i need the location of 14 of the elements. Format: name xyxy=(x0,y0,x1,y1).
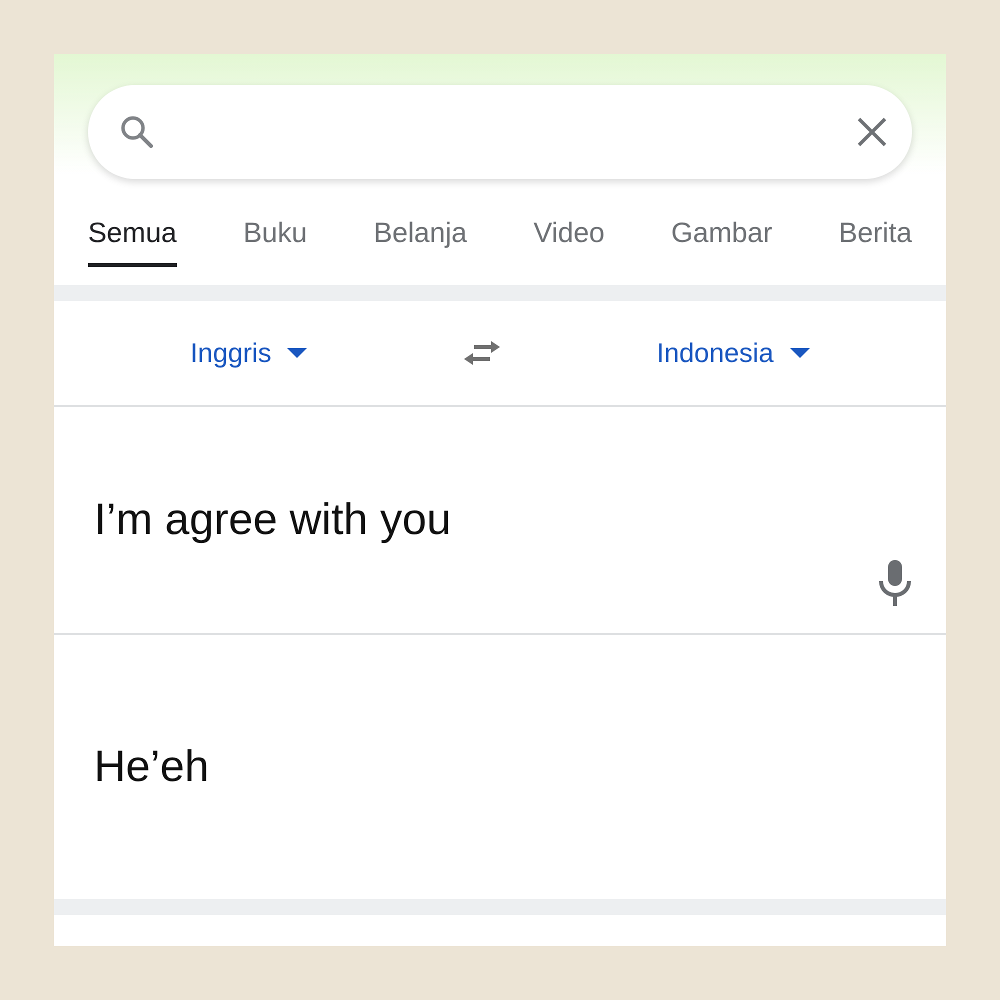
source-text: I’m agree with you xyxy=(94,495,452,545)
caret-icon xyxy=(790,348,810,358)
tab[interactable]: Gambar xyxy=(671,211,772,267)
tab[interactable]: Buku xyxy=(243,211,308,267)
tab[interactable]: Semua xyxy=(88,211,177,267)
tab[interactable]: Belanja xyxy=(374,211,467,267)
language-dropdown[interactable]: Indonesia xyxy=(656,338,810,368)
tab[interactable]: Berita xyxy=(838,211,912,267)
tab[interactable]: Video xyxy=(534,211,605,267)
close-icon[interactable] xyxy=(856,116,888,148)
translation-text: He’eh xyxy=(94,742,209,792)
language-dropdown[interactable]: Inggris xyxy=(190,338,308,368)
microphone-icon[interactable] xyxy=(878,559,912,607)
caret-icon xyxy=(287,348,308,358)
